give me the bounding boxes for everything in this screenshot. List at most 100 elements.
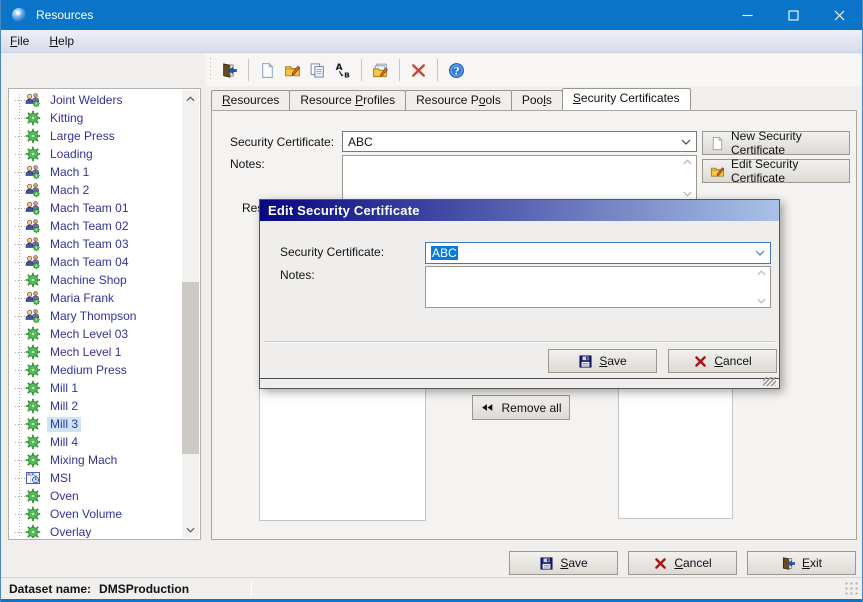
- tree-item[interactable]: Maria Frank: [10, 289, 182, 307]
- tree-item[interactable]: Mach 2: [10, 181, 182, 199]
- person-gear-icon: [25, 290, 41, 306]
- tree-item[interactable]: Mary Thompson: [10, 307, 182, 325]
- notes-field[interactable]: [342, 155, 697, 201]
- exit-button[interactable]: Exit: [747, 551, 856, 575]
- tab-resource-profiles[interactable]: Resource Profiles: [289, 90, 406, 110]
- toolbar-edit-folders-button[interactable]: [368, 58, 393, 83]
- tree-item[interactable]: Mill 1: [10, 379, 182, 397]
- tree-item[interactable]: Mach Team 03: [10, 235, 182, 253]
- dialog-chevron-down-icon[interactable]: [755, 250, 765, 256]
- tree-item[interactable]: Large Press: [10, 127, 182, 145]
- toolbar-exit-door-button[interactable]: [217, 58, 242, 83]
- dataset-name-value: DMSProduction: [99, 582, 189, 596]
- person-gear-icon: [25, 236, 41, 252]
- save-button[interactable]: Save: [509, 551, 618, 575]
- tree-scrollbar[interactable]: [182, 90, 199, 538]
- tree-connector: [15, 532, 25, 533]
- window-resize-grip[interactable]: [844, 581, 858, 595]
- toolbar-separator: [437, 59, 438, 81]
- dialog-save-button[interactable]: Save: [548, 349, 657, 373]
- edit-folder-icon: [710, 164, 725, 179]
- toolbar-new-document-button[interactable]: [255, 58, 280, 83]
- tree-item[interactable]: Mill 4: [10, 433, 182, 451]
- tree-item[interactable]: MSI: [10, 469, 182, 487]
- rename-ab-icon: AB: [334, 62, 351, 79]
- tree-item-label: Mach Team 01: [47, 201, 132, 216]
- tab-resource-pools[interactable]: Resource Pools: [405, 90, 512, 110]
- scroll-up-icon[interactable]: [182, 90, 199, 107]
- tree-item-label: Mill 4: [47, 435, 81, 450]
- toolbar-copy-button[interactable]: [305, 58, 330, 83]
- tree-connector: [15, 244, 25, 245]
- tree-item[interactable]: Medium Press: [10, 361, 182, 379]
- gear-icon: [25, 452, 41, 468]
- tree-item[interactable]: Mill 2: [10, 397, 182, 415]
- maximize-button[interactable]: [770, 0, 816, 30]
- tab-resources[interactable]: Resources: [211, 90, 290, 110]
- tree-connector: [15, 334, 25, 335]
- scroll-down-icon[interactable]: [182, 521, 199, 538]
- tree-item[interactable]: Mixing Mach: [10, 451, 182, 469]
- toolbar-rename-ab-button[interactable]: AB: [330, 58, 355, 83]
- toolbar-separator: [399, 59, 400, 81]
- tree-item[interactable]: Mach Team 01: [10, 199, 182, 217]
- tree-item[interactable]: Mech Level 03: [10, 325, 182, 343]
- toolbar-edit-folder-button[interactable]: [280, 58, 305, 83]
- toolbar-grip[interactable]: [209, 58, 213, 82]
- tree-connector: [15, 118, 25, 119]
- menu-help[interactable]: Help: [49, 34, 74, 48]
- tree-item[interactable]: Mill 3: [10, 415, 182, 433]
- edit-security-certificate-button[interactable]: Edit Security Certificate: [702, 159, 850, 183]
- dialog-resize-grip[interactable]: [763, 377, 776, 386]
- new-security-certificate-button[interactable]: New Security Certificate: [702, 131, 850, 155]
- gear-icon: [25, 128, 41, 144]
- tab-pools[interactable]: Pools: [511, 90, 563, 110]
- gear-icon: [25, 344, 41, 360]
- dialog-titlebar[interactable]: Edit Security Certificate: [260, 200, 779, 221]
- tree-item-label: Mach Team 04: [47, 255, 132, 270]
- tree-item[interactable]: Machine Shop: [10, 271, 182, 289]
- chevron-down-icon[interactable]: [681, 139, 691, 145]
- close-button[interactable]: [816, 0, 862, 30]
- scrollbar-thumb[interactable]: [182, 282, 199, 454]
- tree-item[interactable]: Mach Team 02: [10, 217, 182, 235]
- titlebar: Resources: [1, 0, 862, 30]
- svg-text:B: B: [344, 70, 350, 79]
- toolbar: AB?: [206, 54, 861, 86]
- tree-item[interactable]: Kitting: [10, 109, 182, 127]
- tree-item[interactable]: Loading: [10, 145, 182, 163]
- new-document-icon: [710, 136, 725, 151]
- help-icon: ?: [448, 62, 465, 79]
- dialog-notes-scroll-arrows[interactable]: [755, 270, 768, 304]
- dialog-cancel-button[interactable]: Cancel: [668, 349, 777, 373]
- tree-item[interactable]: Joint Welders: [10, 91, 182, 109]
- tree-item[interactable]: Oven: [10, 487, 182, 505]
- minimize-button[interactable]: [724, 0, 770, 30]
- tree-item[interactable]: Oven Volume: [10, 505, 182, 523]
- dialog-bottom-line: [260, 378, 779, 379]
- statusbar: Dataset name: DMSProduction: [1, 577, 862, 599]
- tree-item[interactable]: Mech Level 1: [10, 343, 182, 361]
- menu-file[interactable]: File: [10, 34, 29, 48]
- remove-all-arrows-icon: [480, 400, 495, 415]
- gear-icon: [25, 416, 41, 432]
- tab-security-certificates[interactable]: Security Certificates: [562, 88, 691, 110]
- remove-all-button[interactable]: Remove all: [472, 395, 570, 420]
- cancel-button[interactable]: Cancel: [628, 551, 737, 575]
- toolbar-help-button[interactable]: ?: [444, 58, 469, 83]
- notes-scroll-arrows[interactable]: [681, 159, 694, 197]
- dialog-security-certificate-combobox[interactable]: ABC: [425, 242, 771, 264]
- dialog-security-certificate-label: Security Certificate:: [280, 245, 384, 259]
- dialog-notes-field[interactable]: [425, 266, 771, 308]
- security-certificate-value: ABC: [348, 135, 373, 149]
- security-certificate-combobox[interactable]: ABC: [342, 131, 697, 152]
- tree-connector: [15, 280, 25, 281]
- tree-item[interactable]: Mach Team 04: [10, 253, 182, 271]
- statusbar-divider: [251, 580, 252, 597]
- copy-icon: [309, 62, 326, 79]
- tree-item[interactable]: Overlay: [10, 523, 182, 538]
- window-title: Resources: [36, 8, 93, 22]
- tree-item[interactable]: Mach 1: [10, 163, 182, 181]
- cancel-x-icon: [693, 354, 708, 369]
- toolbar-delete-x-button[interactable]: [406, 58, 431, 83]
